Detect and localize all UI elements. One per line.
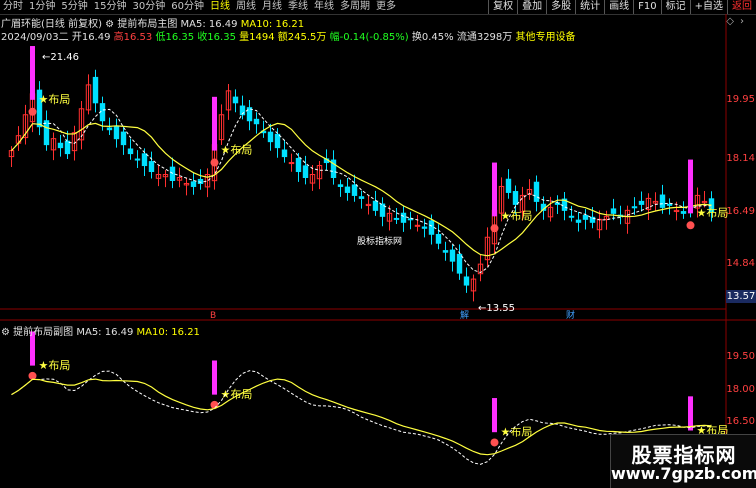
candle-body [351, 184, 358, 196]
signal-heart-icon [490, 224, 499, 233]
candle-body [232, 96, 239, 104]
candle-body [505, 178, 512, 193]
price-axis-label: 16.49 [726, 206, 755, 217]
signal-label: ★布局 [697, 206, 729, 219]
sub-axis-label: 18.00 [726, 384, 755, 395]
candle-body [127, 148, 134, 155]
marker-cai: 财 [566, 309, 575, 321]
candle-body [442, 250, 449, 253]
sub-signal-bar [688, 396, 693, 431]
candle-body [435, 233, 442, 244]
candle-body [393, 217, 400, 220]
signal-heart-icon [686, 221, 695, 230]
sub-signal-bar [212, 360, 217, 395]
sub-signal-bar [492, 398, 497, 433]
signal-bar [492, 162, 497, 217]
middle-annotation: 股标指标网 [357, 235, 402, 247]
sub-ma5-line [11, 370, 712, 465]
candle-body [680, 211, 687, 214]
candle-body [99, 103, 106, 122]
marker-jie: 解 [460, 309, 469, 321]
candle-body [372, 200, 379, 211]
candle-body [533, 181, 540, 202]
candle-body [512, 191, 519, 205]
candle-body [456, 253, 463, 274]
candle-body [463, 276, 470, 286]
signal-bar [212, 96, 217, 151]
candle-body [449, 249, 456, 262]
candle-body [659, 194, 666, 208]
price-axis-label: 18.14 [726, 153, 755, 164]
watermark: 股票指标网 www.7gpzb.com [610, 434, 756, 488]
candle-body [582, 214, 589, 220]
candle-body [64, 140, 71, 155]
gear-icon[interactable]: ⚙ [1, 327, 10, 338]
candle-body [638, 200, 645, 205]
high-annotation: ←21.46 [42, 52, 79, 63]
candle-body [253, 118, 260, 125]
price-axis-label: 19.95 [726, 94, 755, 105]
candle-body [358, 196, 365, 199]
sub-axis-label: 16.50 [726, 416, 755, 427]
candle-body [106, 127, 113, 131]
candle-body [281, 149, 288, 158]
signal-label: ★布局 [501, 209, 533, 222]
candle-body [148, 161, 155, 173]
sub-signal-heart-icon [490, 438, 499, 447]
signal-label: ★布局 [39, 93, 71, 106]
candle-body [337, 184, 344, 187]
candle-body [141, 153, 148, 167]
candle-body [344, 186, 351, 193]
candle-body [302, 165, 309, 179]
marker-b: B [210, 311, 216, 321]
candle-body [295, 157, 302, 173]
kline-chart[interactable]: ★布局★布局★布局★布局★布局★布局★布局★布局←21.46←13.55股标指标… [0, 0, 756, 487]
signal-bar [688, 159, 693, 214]
signal-heart-icon [28, 107, 37, 116]
candle-body [400, 212, 407, 223]
candle-body [267, 131, 274, 143]
sub-signal-heart-icon [28, 371, 37, 380]
low-annotation: ←13.55 [478, 303, 515, 314]
sub-ma5-label: MA5: 16.49 [76, 327, 134, 338]
sub-ma10-label: MA10: 16.21 [136, 327, 200, 338]
candle-body [92, 76, 99, 104]
candle-body [57, 142, 64, 149]
candle-body [421, 226, 428, 229]
sub-signal-label: ★布局 [501, 426, 533, 439]
signal-label: ★布局 [221, 144, 253, 157]
candle-body [190, 181, 197, 187]
sub-signal-label: ★布局 [39, 359, 71, 372]
sub-info-line: ⚙ 提前布局副图 MA5: 16.49 MA10: 16.21 [1, 323, 200, 338]
candle-body [274, 133, 281, 149]
candle-body [575, 219, 582, 223]
candle-body [43, 120, 50, 146]
candle-body [568, 215, 575, 218]
candle-body [610, 208, 617, 214]
price-axis-label: 14.84 [726, 258, 755, 269]
candle-body [120, 131, 127, 146]
candle-body [134, 158, 141, 161]
candle-body [666, 203, 673, 206]
signal-bar [30, 46, 35, 100]
sub-axis-label: 19.50 [726, 351, 755, 362]
candle-body [428, 220, 435, 235]
last-price-tag: 13.57 [726, 290, 756, 303]
candle-body [113, 126, 120, 140]
sub-indicator-name[interactable]: 提前布局副图 [13, 327, 73, 338]
watermark-url: www.7gpzb.com [611, 464, 756, 483]
signal-heart-icon [210, 158, 219, 167]
candle-body [631, 206, 638, 209]
candle-body [288, 162, 295, 165]
